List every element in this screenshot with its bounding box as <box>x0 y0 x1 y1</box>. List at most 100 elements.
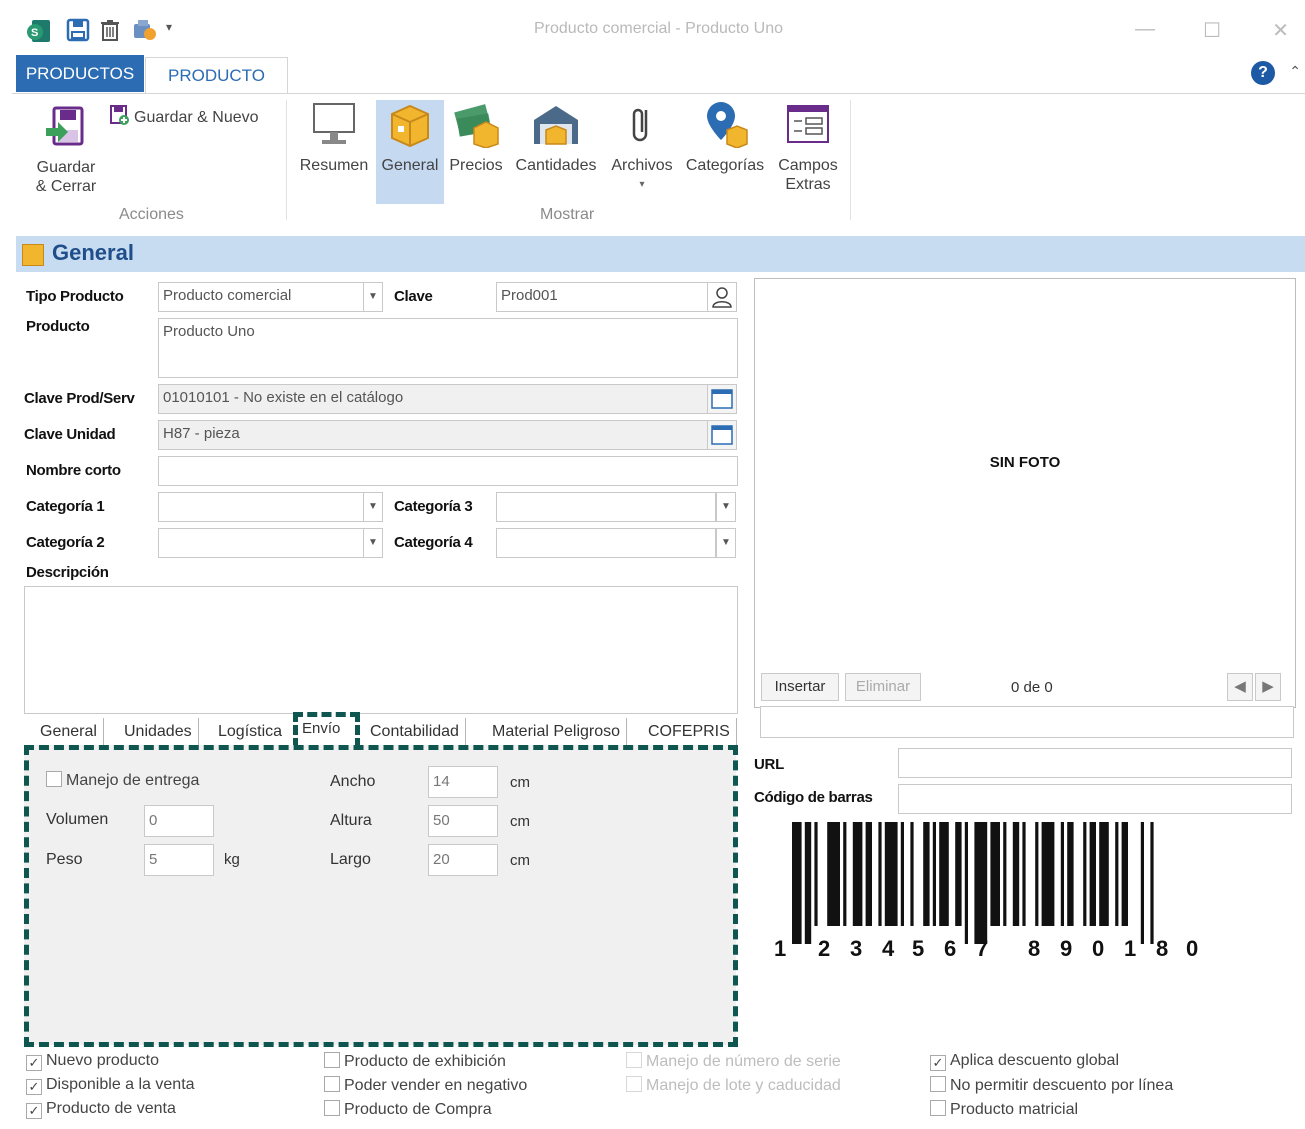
barcode-bar <box>1060 822 1064 926</box>
peso-label: Peso <box>46 851 83 868</box>
tab-material-peligroso[interactable]: Material Peligroso <box>486 718 628 746</box>
checkmark-icon[interactable]: ✓ <box>930 1055 946 1071</box>
catalog-icon[interactable] <box>707 384 737 414</box>
checkmark-icon[interactable]: ✓ <box>26 1079 42 1095</box>
tab-contabilidad[interactable]: Contabilidad <box>364 718 466 746</box>
resumen-button[interactable]: Resumen <box>296 100 372 175</box>
checkbox-box[interactable] <box>324 1052 340 1068</box>
ribbon-collapse-icon[interactable]: ⌃ <box>1289 63 1301 80</box>
checkbox-item[interactable]: ✓ Aplica descuento global <box>930 1052 1119 1071</box>
barcode-image: 1234567890180 <box>766 820 1226 970</box>
guardar-cerrar-button[interactable]: Guardar & Cerrar <box>26 102 106 196</box>
guardar-nuevo-button[interactable]: Guardar & Nuevo <box>108 104 278 127</box>
prev-arrow-icon[interactable]: ◀ <box>1227 673 1253 701</box>
cantidades-button[interactable]: Cantidades <box>508 100 604 175</box>
checkbox-box[interactable] <box>46 771 62 787</box>
checkmark-icon[interactable]: ✓ <box>26 1103 42 1119</box>
chevron-down-icon[interactable]: ▼ <box>716 528 736 558</box>
minimize-icon[interactable]: — <box>1135 18 1155 41</box>
title-bar: S ▾ Producto comercial - Producto Uno — … <box>12 8 1305 52</box>
campos-extras-button[interactable]: Campos Extras <box>772 100 844 194</box>
tab-productos[interactable]: PRODUCTOS <box>16 55 144 92</box>
maximize-icon[interactable]: ☐ <box>1203 18 1221 43</box>
clave-prodserv-label: Clave Prod/Serv <box>24 390 135 407</box>
checkbox-label: Aplica descuento global <box>950 1052 1120 1069</box>
codigo-barras-label: Código de barras <box>754 789 873 806</box>
tab-general[interactable]: General <box>34 718 104 746</box>
general-button[interactable]: General <box>376 100 444 204</box>
checkbox-item[interactable]: ✓ Producto de venta <box>26 1100 176 1119</box>
volumen-label: Volumen <box>46 811 109 828</box>
largo-input[interactable]: 20 <box>428 844 498 876</box>
clave-prodserv-input[interactable]: 01010101 - No existe en el catálogo <box>158 384 708 414</box>
tab-envio[interactable]: Envío <box>293 712 360 748</box>
chevron-down-icon[interactable]: ▼ <box>363 282 383 312</box>
descripcion-input[interactable] <box>24 586 738 714</box>
barcode-bar <box>900 822 904 926</box>
codigo-barras-input[interactable] <box>898 784 1292 814</box>
checkbox-item[interactable]: Poder vender en negativo <box>324 1076 527 1095</box>
checkbox-box[interactable] <box>930 1100 946 1116</box>
checkbox-label: Producto de exhibición <box>344 1053 506 1070</box>
checkbox-item[interactable]: Producto de Compra <box>324 1100 492 1119</box>
checkmark-icon[interactable]: ✓ <box>26 1055 42 1071</box>
altura-input[interactable]: 50 <box>428 805 498 837</box>
checkbox-box[interactable] <box>324 1100 340 1116</box>
checkbox-box[interactable] <box>930 1076 946 1092</box>
checkbox-item[interactable]: Producto matricial <box>930 1100 1078 1119</box>
archivos-dropdown-icon: ▾ <box>639 179 645 190</box>
catalog-icon[interactable] <box>707 420 737 450</box>
photo-caption-input[interactable] <box>760 706 1294 738</box>
barcode-digit: 5 <box>912 936 924 961</box>
chevron-down-icon[interactable]: ▼ <box>716 492 736 522</box>
tab-cofepris[interactable]: COFEPRIS <box>642 718 737 746</box>
tipo-producto-select[interactable]: Producto comercial <box>158 282 364 312</box>
barcode-bar <box>1140 822 1144 944</box>
eliminar-button[interactable]: Eliminar <box>845 673 921 701</box>
checkbox-item[interactable]: No permitir descuento por línea <box>930 1076 1173 1095</box>
ribbon-separator <box>850 100 851 220</box>
volumen-input[interactable]: 0 <box>144 805 214 837</box>
altura-unit: cm <box>510 813 530 830</box>
barcode-bar <box>939 822 949 926</box>
url-input[interactable] <box>898 748 1292 778</box>
tab-logistica[interactable]: Logística <box>212 718 288 746</box>
tab-unidades[interactable]: Unidades <box>118 718 199 746</box>
tab-producto[interactable]: PRODUCTO <box>145 57 288 95</box>
chevron-down-icon[interactable]: ▼ <box>363 528 383 558</box>
next-arrow-icon[interactable]: ▶ <box>1255 673 1281 701</box>
nombre-corto-input[interactable] <box>158 456 738 486</box>
no-photo-placeholder: SIN FOTO <box>989 454 1061 471</box>
categoria4-select[interactable] <box>496 528 716 558</box>
clave-input[interactable]: Prod001 <box>496 282 708 312</box>
guardar-cerrar-label: Guardar & Cerrar <box>35 159 97 195</box>
archivos-button[interactable]: Archivos ▾ <box>606 100 678 194</box>
help-icon[interactable]: ? <box>1251 61 1275 85</box>
checkbox-item[interactable]: ✓ Disponible a la venta <box>26 1076 195 1095</box>
user-lookup-icon[interactable] <box>707 282 737 312</box>
ancho-input[interactable]: 14 <box>428 766 498 798</box>
categoria2-select[interactable] <box>158 528 364 558</box>
peso-input[interactable]: 5 <box>144 844 214 876</box>
barcode-bar <box>974 822 988 944</box>
form-fields-icon <box>784 100 832 148</box>
precios-label: Precios <box>449 157 503 174</box>
categoria3-select[interactable] <box>496 492 716 522</box>
chevron-down-icon[interactable]: ▼ <box>363 492 383 522</box>
insertar-button[interactable]: Insertar <box>761 673 839 701</box>
precios-button[interactable]: Precios <box>444 100 508 175</box>
close-icon[interactable]: ✕ <box>1272 18 1289 43</box>
barcode-bar <box>884 822 898 926</box>
clave-unidad-label: Clave Unidad <box>24 426 116 443</box>
categoria1-select[interactable] <box>158 492 364 522</box>
checkbox-box[interactable] <box>324 1076 340 1092</box>
producto-input[interactable]: Producto Uno <box>158 318 738 378</box>
checkbox-item[interactable]: Producto de exhibición <box>324 1052 506 1071</box>
categorias-button[interactable]: Categorías <box>680 100 770 175</box>
manejo-entrega-checkbox[interactable]: Manejo de entrega <box>46 771 199 790</box>
clave-unidad-input[interactable]: H87 - pieza <box>158 420 708 450</box>
group-label-mostrar: Mostrar <box>540 206 595 223</box>
general-label: General <box>381 157 439 174</box>
barcode-digit: 8 <box>1028 936 1040 961</box>
checkbox-item[interactable]: ✓ Nuevo producto <box>26 1052 159 1071</box>
